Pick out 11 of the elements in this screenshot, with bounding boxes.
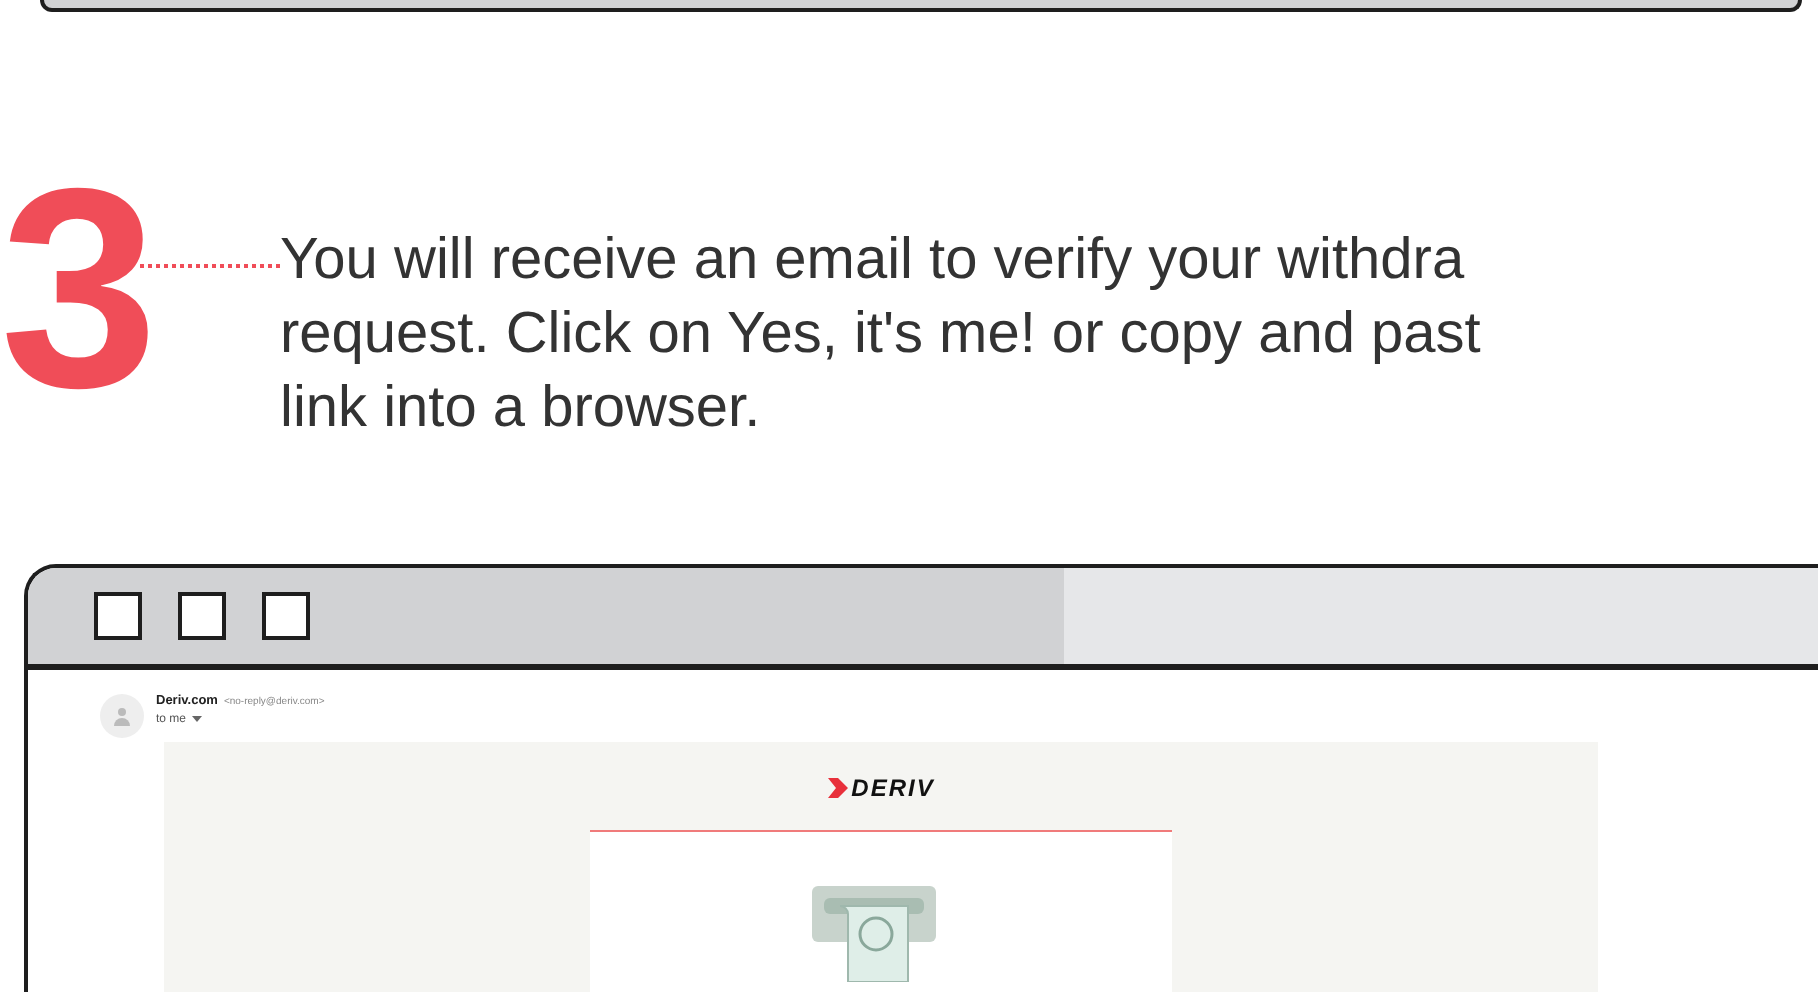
logo-icon bbox=[827, 778, 848, 798]
instruction-text: You will receive an email to verify your withdra bbox=[280, 226, 1467, 296]
step-number: 3 bbox=[0, 148, 144, 432]
instruction-text: request. Click on Yes, it's me! or copy and past bbox=[280, 300, 1481, 370]
window-control-icon[interactable] bbox=[94, 592, 142, 640]
logo-text: DERIV bbox=[851, 774, 935, 802]
window-control-icon[interactable] bbox=[178, 592, 226, 640]
window-control-icon[interactable] bbox=[262, 592, 310, 640]
instruction-text: link into a browser. bbox=[280, 374, 763, 444]
avatar-icon bbox=[100, 694, 144, 738]
caret-icon[interactable] bbox=[192, 716, 203, 722]
